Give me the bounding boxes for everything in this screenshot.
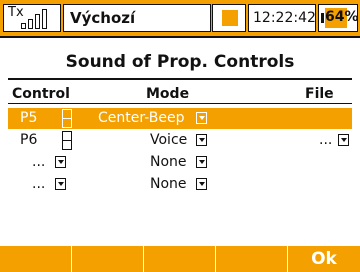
table-row[interactable]: ... None xyxy=(8,152,352,173)
function-button-3[interactable] xyxy=(144,246,216,272)
function-key-bar: Ok xyxy=(0,246,360,272)
mode-value[interactable]: Voice xyxy=(150,132,187,148)
file-dropdown-arrow-icon[interactable] xyxy=(338,134,349,146)
control-dropdown-arrow-icon[interactable] xyxy=(55,178,66,190)
file-value[interactable]: ... xyxy=(319,132,332,148)
function-button-1[interactable] xyxy=(0,246,72,272)
function-button-2[interactable] xyxy=(72,246,144,272)
mode-value[interactable]: None xyxy=(150,176,187,192)
ok-button[interactable]: Ok xyxy=(288,246,360,272)
control-value: P5 xyxy=(20,110,38,126)
mode-dropdown-arrow-icon[interactable] xyxy=(196,178,207,190)
function-button-4[interactable] xyxy=(216,246,288,272)
proportional-control-icon xyxy=(62,131,72,150)
signal-bars-icon xyxy=(21,9,57,29)
status-indicator xyxy=(212,4,246,32)
table-row[interactable]: ... None xyxy=(8,174,352,195)
table-row[interactable]: P6 Voice ... xyxy=(8,130,352,151)
model-name: Výchozí xyxy=(70,9,136,27)
mode-value[interactable]: Center-Beep xyxy=(98,110,185,126)
status-square-icon xyxy=(222,10,238,26)
model-name-box: Výchozí xyxy=(63,4,211,32)
control-dropdown-arrow-icon[interactable] xyxy=(55,156,66,168)
mode-dropdown-arrow-icon[interactable] xyxy=(196,156,207,168)
control-value: P6 xyxy=(20,132,38,148)
tx-signal-indicator: Tx xyxy=(3,4,61,32)
ok-button-label: Ok xyxy=(311,249,337,269)
header-divider xyxy=(8,103,352,104)
mode-dropdown-arrow-icon[interactable] xyxy=(196,134,207,146)
battery-percent: 64% xyxy=(325,9,359,25)
clock-box: 12:22:42 xyxy=(248,4,316,32)
column-header-mode: Mode xyxy=(146,86,190,102)
title-divider xyxy=(8,78,352,80)
battery-icon xyxy=(321,13,324,23)
clock-time: 12:22:42 xyxy=(253,10,316,26)
battery-indicator: 64% xyxy=(318,4,359,32)
mode-dropdown-arrow-icon[interactable] xyxy=(196,112,207,124)
column-header-file: File xyxy=(305,86,334,102)
mode-value[interactable]: None xyxy=(150,154,187,170)
control-value[interactable]: ... xyxy=(32,154,45,170)
table-row[interactable]: P5 Center-Beep xyxy=(8,108,352,129)
page-title: Sound of Prop. Controls xyxy=(65,52,295,72)
proportional-control-icon xyxy=(62,109,72,128)
control-value[interactable]: ... xyxy=(32,176,45,192)
status-bar: Tx Výchozí 12:22:42 64% xyxy=(0,0,360,38)
column-header-control: Control xyxy=(12,86,70,102)
